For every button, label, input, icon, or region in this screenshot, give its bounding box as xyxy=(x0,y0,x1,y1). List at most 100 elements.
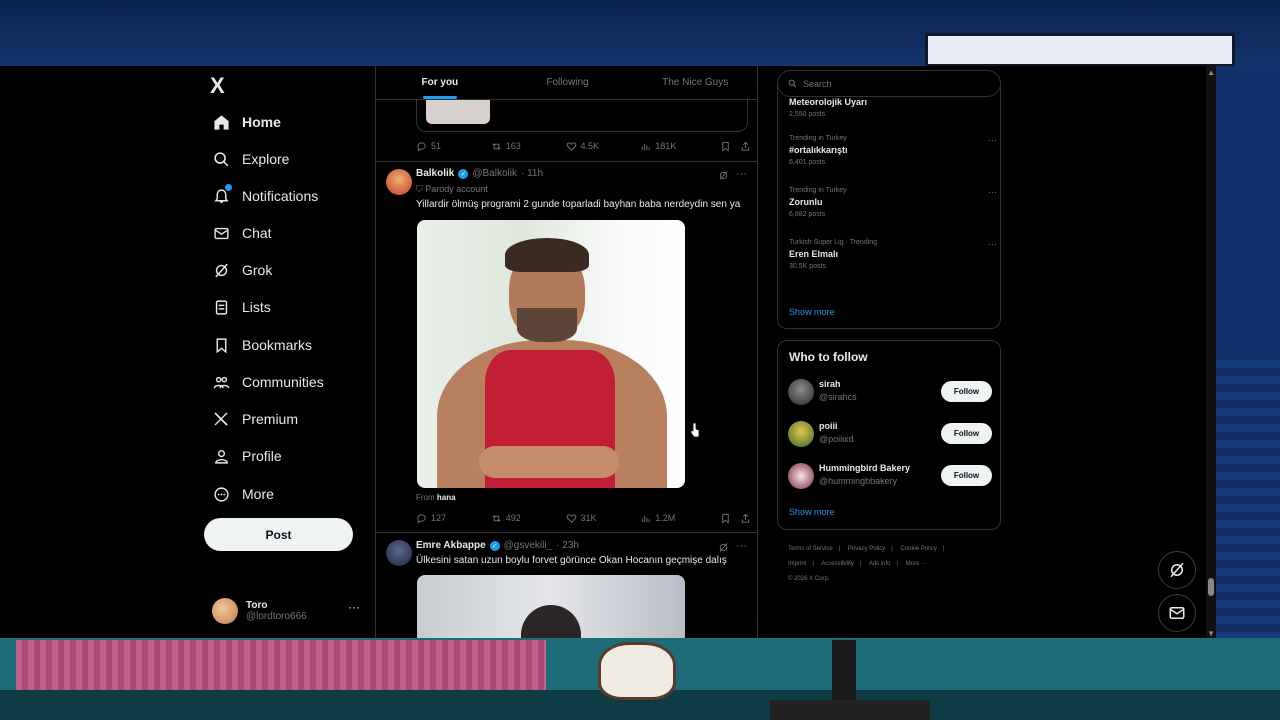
desktop-cat-sprite xyxy=(598,642,676,700)
scrollbar-thumb[interactable] xyxy=(1208,578,1214,596)
footer-link-imprint[interactable]: Imprint xyxy=(788,561,806,567)
trend-item[interactable]: Trending in Turkey #ortalıkkarıştı 6,401… xyxy=(789,135,997,166)
tweet-author-name[interactable]: Balkolik xyxy=(416,168,454,179)
follow-suggestion[interactable]: poiii @poiiixd Follow xyxy=(788,419,992,449)
page-scrollbar[interactable]: ▲ ▼ xyxy=(1206,66,1216,638)
grok-icon[interactable] xyxy=(718,542,729,553)
account-switcher[interactable]: Toro @lordtoro666 ··· xyxy=(212,596,372,626)
reply-button[interactable]: 127 xyxy=(416,513,491,524)
sidebar-item-notifications[interactable]: Notifications xyxy=(212,181,318,211)
avatar[interactable] xyxy=(386,540,412,566)
sidebar-item-bookmarks[interactable]: Bookmarks xyxy=(212,330,312,360)
sidebar-item-label: Bookmarks xyxy=(242,337,313,353)
post-button[interactable]: Post xyxy=(204,518,353,551)
trend-item[interactable]: Trending in Turkey Zorunlu 6,882 posts ·… xyxy=(789,187,997,218)
tweet-video[interactable] xyxy=(417,575,685,638)
trend-more-icon[interactable]: ··· xyxy=(988,135,997,145)
reply-button[interactable]: 51 xyxy=(416,141,491,152)
tweet-time[interactable]: · 23h xyxy=(556,540,579,551)
follow-button[interactable]: Follow xyxy=(941,381,992,402)
avatar[interactable] xyxy=(788,463,814,489)
follow-button[interactable]: Follow xyxy=(941,423,992,444)
repost-button[interactable]: 163 xyxy=(491,141,566,152)
account-more-icon[interactable]: ··· xyxy=(348,600,360,614)
follow-suggestion[interactable]: Hummingbird Bakery @hummingbbakery Follo… xyxy=(788,461,992,491)
sidebar-item-communities[interactable]: Communities xyxy=(212,367,324,397)
scroll-up-arrow-icon[interactable]: ▲ xyxy=(1207,68,1215,77)
footer-link-terms[interactable]: Terms of Service xyxy=(788,546,833,552)
grok-icon xyxy=(212,261,230,279)
verified-badge-icon: ✓ xyxy=(489,540,500,551)
sidebar-item-lists[interactable]: Lists xyxy=(212,292,271,322)
footer-copyright: © 2026 X Corp. xyxy=(788,576,830,582)
avatar[interactable] xyxy=(788,379,814,405)
bookmark-icon xyxy=(722,141,729,152)
sidebar-item-profile[interactable]: Profile xyxy=(212,441,282,471)
views-button[interactable]: 181K xyxy=(640,141,720,152)
repost-button[interactable]: 492 xyxy=(491,513,566,524)
tweet-time[interactable]: · 11h xyxy=(521,168,543,179)
footer-link-more[interactable]: More ··· xyxy=(906,561,927,567)
bookmark-button[interactable] xyxy=(720,513,740,524)
sidebar-item-label: Explore xyxy=(242,151,290,167)
follow-suggestion[interactable]: sirah @sirahcs Follow xyxy=(788,377,992,407)
grok-floating-button[interactable] xyxy=(1158,551,1196,589)
notification-badge xyxy=(224,183,233,192)
tweet-more-icon[interactable]: ··· xyxy=(736,540,747,552)
search-bar[interactable] xyxy=(777,70,1001,97)
timeline-tabs: For you Following The Nice Guys xyxy=(376,66,757,100)
grok-icon[interactable] xyxy=(718,170,729,181)
who-to-follow-title: Who to follow xyxy=(789,350,868,364)
tab-following[interactable]: Following xyxy=(504,66,632,99)
footer-link-ads-info[interactable]: Ads info xyxy=(869,561,891,567)
more-circle-icon xyxy=(212,485,230,503)
sidebar-item-explore[interactable]: Explore xyxy=(212,144,289,174)
footer-link-privacy[interactable]: Privacy Policy xyxy=(848,546,885,552)
tweet-author-handle[interactable]: @Balkolik xyxy=(472,168,517,179)
sidebar-item-grok[interactable]: Grok xyxy=(212,255,272,285)
share-icon xyxy=(741,141,750,151)
media-source-name[interactable]: hana xyxy=(437,493,456,502)
trend-more-icon[interactable]: ··· xyxy=(988,187,997,197)
trend-name: Eren Elmalı xyxy=(789,249,839,259)
like-count: 4.5K xyxy=(580,141,600,151)
avatar[interactable] xyxy=(386,169,412,195)
tweet-text: Ülkesini satan uzun boylu forvet görünce… xyxy=(416,555,727,566)
messages-floating-button[interactable] xyxy=(1158,594,1196,632)
trend-item[interactable]: Turkish Super Lig · Trending Eren Elmalı… xyxy=(789,239,997,270)
like-button[interactable]: 31K xyxy=(566,513,641,524)
views-icon xyxy=(642,143,650,150)
footer-separator: | xyxy=(896,561,899,567)
x-icon xyxy=(212,410,230,428)
views-button[interactable]: 1.2M xyxy=(640,513,720,524)
trends-show-more-link[interactable]: Show more xyxy=(789,307,835,317)
share-button[interactable] xyxy=(740,141,751,152)
footer-link-cookies[interactable]: Cookie Policy xyxy=(901,546,937,552)
tab-the-nice-guys[interactable]: The Nice Guys xyxy=(631,66,757,99)
follow-show-more-link[interactable]: Show more xyxy=(789,507,835,517)
tweet-more-icon[interactable]: ··· xyxy=(736,168,747,180)
tweet-media-thumbnail[interactable] xyxy=(426,100,490,124)
like-button[interactable]: 4.5K xyxy=(566,141,641,152)
follow-button[interactable]: Follow xyxy=(941,465,992,486)
sidebar-item-more[interactable]: More xyxy=(212,479,274,509)
sidebar-item-chat[interactable]: Chat xyxy=(212,218,272,248)
trend-item[interactable]: Meteorolojik Uyarı 2,550 posts ··· xyxy=(789,82,997,118)
tweet-author-handle[interactable]: @gsvekili_ xyxy=(504,540,553,551)
tweet-author-name[interactable]: Emre Akbappe xyxy=(416,540,486,551)
avatar[interactable] xyxy=(788,421,814,447)
share-button[interactable] xyxy=(740,513,751,524)
tab-for-you[interactable]: For you xyxy=(376,66,504,99)
x-logo-icon[interactable]: X xyxy=(210,73,225,99)
search-icon xyxy=(212,150,230,168)
search-input[interactable] xyxy=(803,78,983,89)
sidebar-item-home[interactable]: Home xyxy=(212,107,281,137)
tweet-actions: 51 163 4.5K 181K xyxy=(416,139,751,153)
footer-link-accessibility[interactable]: Accessibility xyxy=(821,561,854,567)
trend-more-icon[interactable]: ··· xyxy=(988,239,997,249)
bookmark-button[interactable] xyxy=(720,141,740,152)
tweet-photo[interactable] xyxy=(417,220,685,488)
sidebar-item-label: Premium xyxy=(242,411,299,427)
scroll-down-arrow-icon[interactable]: ▼ xyxy=(1207,629,1215,638)
sidebar-item-premium[interactable]: Premium xyxy=(212,404,298,434)
